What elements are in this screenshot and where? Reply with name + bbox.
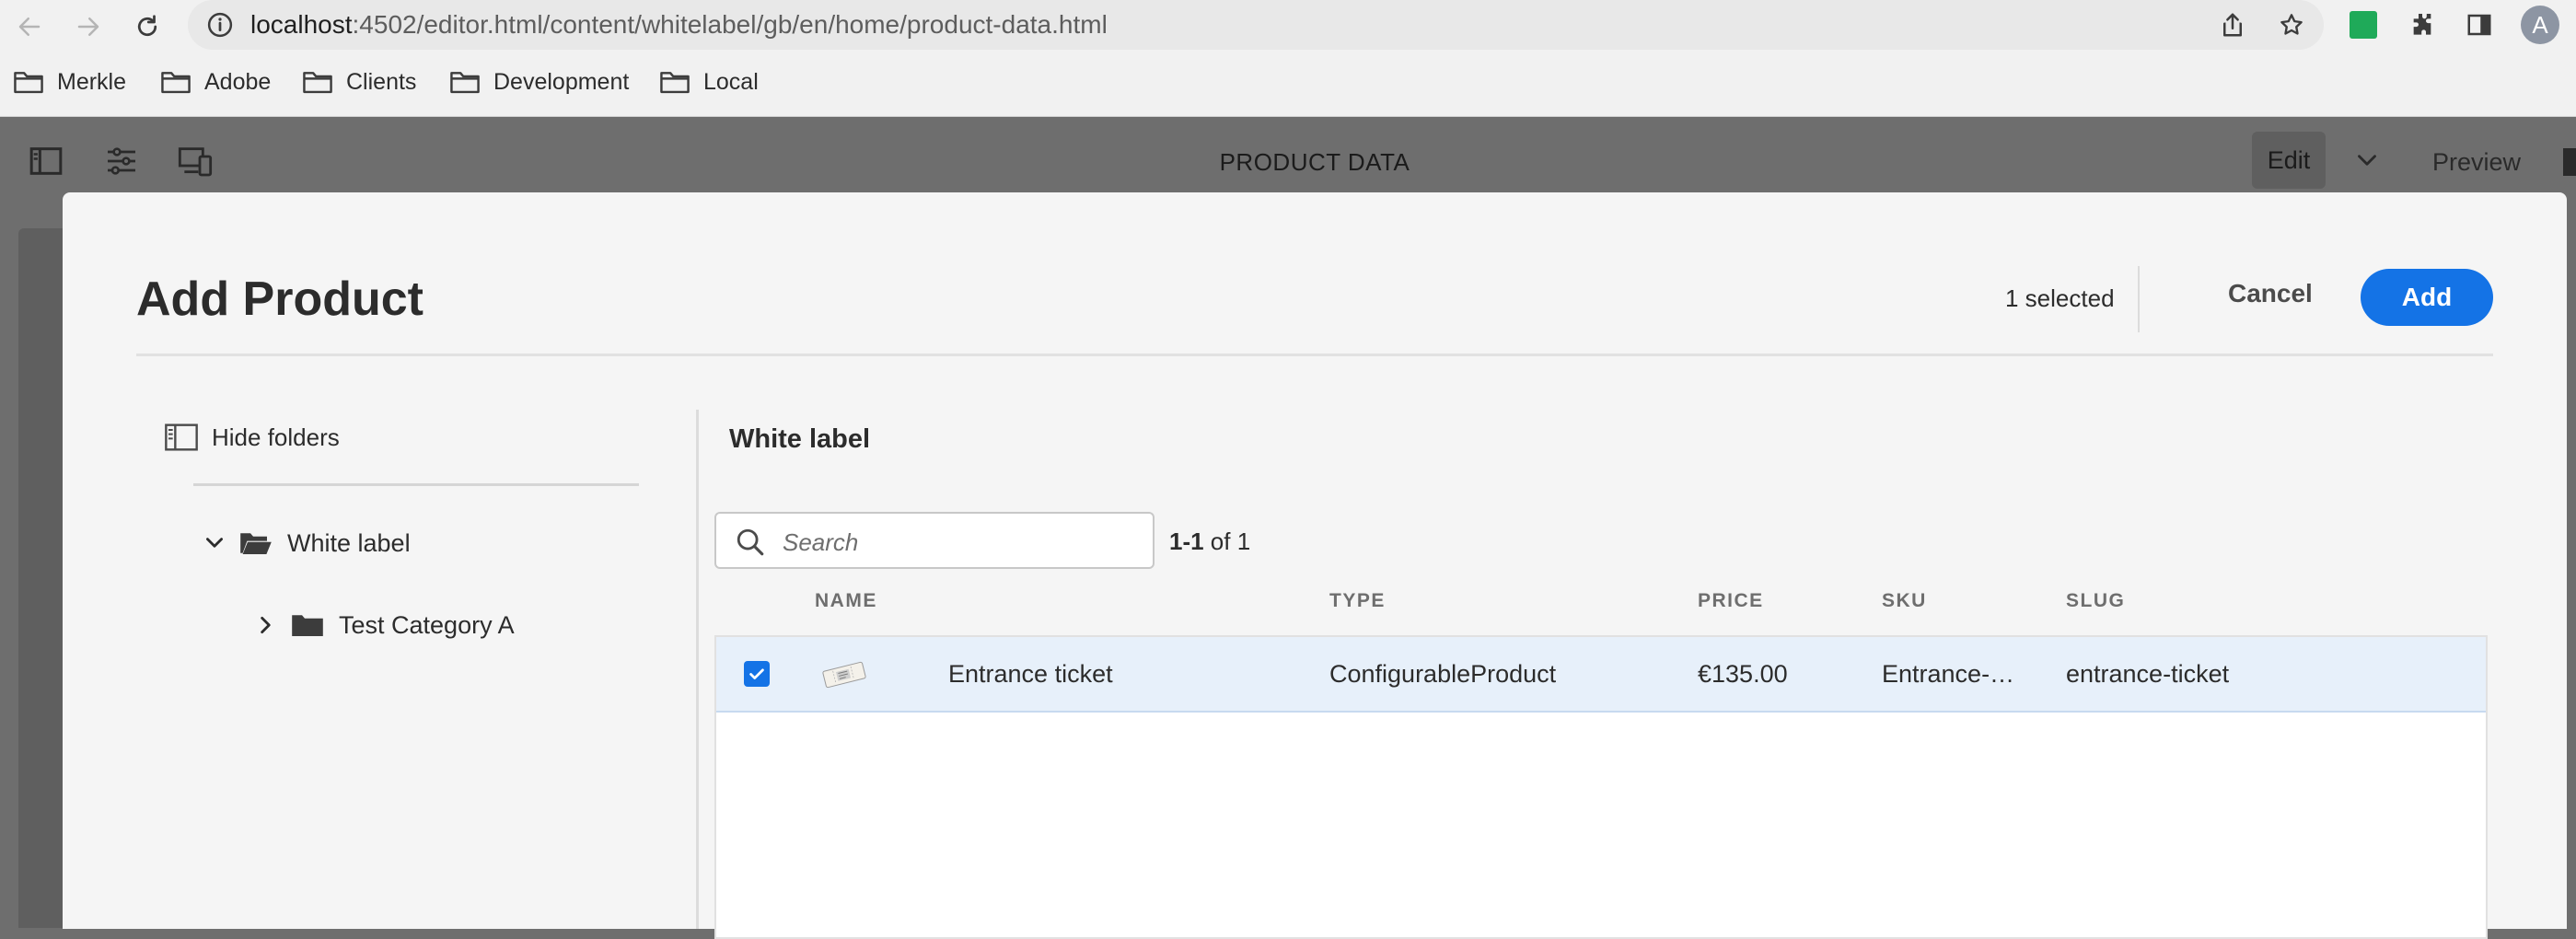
chevron-down-icon[interactable]	[203, 531, 226, 555]
column-header-sku[interactable]: SKU	[1882, 590, 1927, 612]
header-divider	[2138, 266, 2140, 332]
column-header-price[interactable]: PRICE	[1698, 590, 1764, 612]
share-icon[interactable]	[2219, 11, 2246, 39]
side-panel-icon	[2467, 14, 2491, 36]
content-title: White label	[729, 424, 871, 454]
forward-button[interactable]	[68, 7, 109, 46]
url-text[interactable]: localhost:4502/editor.html/content/white…	[250, 10, 1108, 40]
bookmark-folder[interactable]: Merkle	[13, 66, 126, 98]
search-icon	[737, 528, 764, 556]
bookmark-label: Local	[703, 68, 759, 95]
extensions-button[interactable]	[2407, 9, 2438, 41]
cell-sku: Entrance-…	[1882, 660, 2015, 688]
cell-name: Entrance ticket	[948, 660, 1113, 688]
tree-item-label: White label	[287, 528, 411, 557]
row-checkbox[interactable]	[744, 661, 770, 687]
puzzle-icon	[2413, 14, 2431, 35]
table-row[interactable]: Entrance ticket ConfigurableProduct €135…	[716, 637, 2486, 713]
hide-folders-label: Hide folders	[212, 423, 340, 451]
tree-item-test-category-a[interactable]: Test Category A	[254, 607, 515, 643]
folder-icon	[303, 72, 332, 94]
bookmark-folder[interactable]: Clients	[302, 66, 416, 98]
add-product-dialog: Add Product 1 selected Cancel Add Hide f…	[63, 192, 2567, 939]
folder-icon	[292, 615, 323, 636]
bookmark-star-icon[interactable]	[2278, 11, 2305, 39]
folder-icon	[660, 72, 690, 94]
search-input[interactable]	[781, 525, 1143, 560]
column-divider	[696, 410, 699, 929]
bookmarks-bar: Merkle Adobe Clients Development Local	[0, 53, 2576, 117]
reload-icon	[137, 15, 157, 37]
folder-tree-separator	[193, 483, 639, 486]
folder-icon	[14, 72, 43, 94]
rail-toggle-icon	[165, 423, 198, 451]
tree-item-label: Test Category A	[339, 610, 515, 639]
dimmed-page-background	[18, 228, 63, 928]
profile-avatar[interactable]: A	[2521, 6, 2559, 44]
column-header-type[interactable]: TYPE	[1329, 590, 1386, 612]
bookmark-folder[interactable]: Development	[449, 66, 629, 98]
bookmark-label: Adobe	[204, 68, 272, 95]
folder-open-icon	[240, 533, 272, 554]
bookmark-folder[interactable]: Adobe	[160, 66, 271, 98]
bookmark-label: Development	[493, 68, 630, 95]
cell-price: €135.00	[1698, 660, 1788, 688]
preview-button[interactable]: Preview	[2432, 148, 2521, 177]
chevron-right-icon[interactable]	[254, 613, 278, 637]
column-header-slug[interactable]: SLUG	[2066, 590, 2125, 612]
cancel-button[interactable]: Cancel	[2228, 279, 2313, 308]
url-path: :4502/editor.html/content/whitelabel/gb/…	[352, 10, 1108, 39]
edit-mode-button[interactable]: Edit	[2252, 132, 2326, 189]
side-panel-button[interactable]	[2464, 9, 2495, 41]
result-range: 1-1 of 1	[1169, 527, 1250, 556]
back-button[interactable]	[9, 7, 50, 46]
product-thumbnail-icon	[822, 661, 866, 689]
page-title: PRODUCT DATA	[1219, 148, 1410, 176]
url-host: localhost	[250, 10, 353, 39]
product-table: Entrance ticket ConfigurableProduct €135…	[714, 635, 2488, 939]
range-rest: of 1	[1203, 527, 1251, 555]
extension-green-icon	[2350, 11, 2377, 39]
chevron-down-icon[interactable]	[2351, 145, 2383, 176]
selected-count: 1 selected	[2005, 284, 2115, 312]
add-button[interactable]: Add	[2361, 269, 2493, 326]
folder-icon	[450, 72, 480, 94]
bookmark-label: Clients	[346, 68, 417, 95]
cell-slug: entrance-ticket	[2066, 660, 2230, 688]
dialog-title: Add Product	[136, 272, 424, 326]
range-bold: 1-1	[1169, 527, 1204, 555]
arrow-right-icon	[77, 17, 99, 36]
tree-item-white-label[interactable]: White label	[203, 525, 411, 562]
bookmark-label: Merkle	[57, 68, 127, 95]
address-bar[interactable]: localhost:4502/editor.html/content/white…	[188, 0, 2324, 50]
cell-type: ConfigurableProduct	[1329, 660, 1557, 688]
bookmark-folder[interactable]: Local	[659, 66, 759, 98]
reload-button[interactable]	[127, 7, 168, 46]
site-info-icon[interactable]	[206, 11, 234, 39]
column-header-name[interactable]: NAME	[815, 590, 877, 612]
header-separator	[136, 354, 2493, 356]
arrow-left-icon	[18, 17, 41, 36]
panel-edge-icon	[2563, 148, 2576, 176]
browser-toolbar: localhost:4502/editor.html/content/white…	[0, 0, 2576, 53]
extension-green-button[interactable]	[2348, 9, 2379, 41]
hide-folders-button[interactable]: Hide folders	[164, 423, 340, 452]
checkmark-icon	[749, 668, 764, 679]
folder-icon	[161, 72, 191, 94]
search-field[interactable]	[714, 512, 1155, 569]
